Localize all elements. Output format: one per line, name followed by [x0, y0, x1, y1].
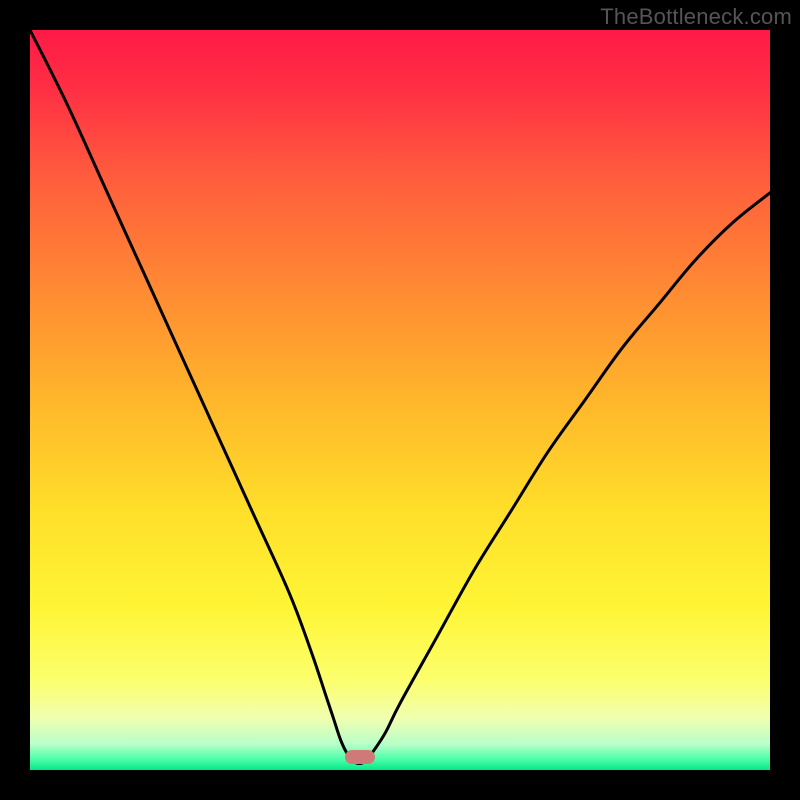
- bottleneck-curve: [30, 30, 770, 764]
- minimum-marker: [345, 750, 375, 764]
- watermark-text: TheBottleneck.com: [600, 4, 792, 30]
- curve-layer: [30, 30, 770, 770]
- plot-area: [30, 30, 770, 770]
- chart-stage: TheBottleneck.com: [0, 0, 800, 800]
